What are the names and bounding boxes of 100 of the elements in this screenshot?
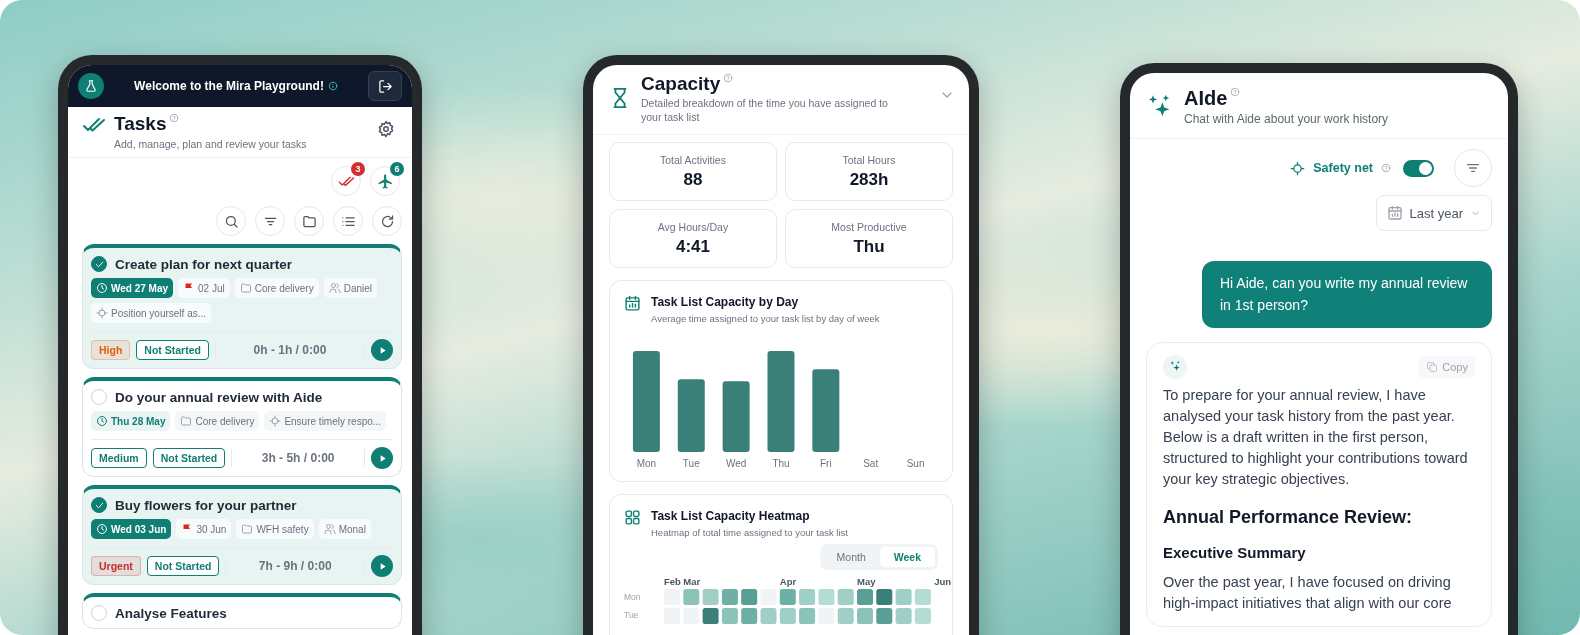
deadline-tag[interactable]: 30 Jun [176, 519, 232, 539]
target-icon [1290, 160, 1306, 176]
goal-tag[interactable]: Position yourself as... [91, 303, 212, 323]
settings-icon [377, 120, 395, 138]
list-button[interactable] [333, 206, 363, 236]
play-button[interactable] [371, 339, 393, 361]
status-badge[interactable]: Not Started [136, 340, 209, 360]
checkbox[interactable] [91, 256, 107, 272]
checkbox[interactable] [91, 497, 107, 513]
task-card[interactable]: Analyse Features [82, 593, 402, 629]
reply-heading: Annual Performance Review: [1163, 505, 1414, 529]
day-label: Mon [635, 458, 658, 470]
grid-icon [624, 509, 641, 527]
task-title: Do your annual review with Aide [115, 389, 323, 405]
page-subtitle: Detailed breakdown of the time you have assigned to your task list [641, 97, 889, 125]
people-icon [328, 282, 341, 294]
count-badge: 6 [390, 162, 404, 176]
heatmap-cell [837, 608, 854, 625]
view-tab[interactable]: Week [879, 547, 935, 568]
safety-net-label: Safety net [1313, 161, 1373, 175]
day-label: Sat [862, 458, 880, 470]
date-range-dropdown[interactable]: Last year [1375, 195, 1492, 231]
filter-button[interactable] [255, 206, 285, 236]
task-title: Analyse Features [115, 605, 227, 621]
people-tag[interactable]: Monal [318, 519, 371, 539]
help-icon [1381, 163, 1391, 173]
heatmap-cell [760, 608, 777, 625]
logout-button[interactable] [368, 71, 402, 101]
search-button[interactable] [216, 206, 246, 236]
task-card[interactable]: Buy flowers for your partner Wed 03 Jun 30 Jun WFH safety Monal Urgent Not Started 7h - 9h / 0:00 [82, 485, 402, 585]
heatmap-cell [876, 589, 893, 606]
play-button[interactable] [371, 555, 393, 577]
month-label: Apr [779, 576, 798, 588]
date-tag[interactable]: Wed 03 Jun [91, 519, 172, 539]
task-title: Create plan for next quarter [115, 256, 293, 272]
stat-value: 4:41 [675, 237, 711, 258]
goal-tag[interactable]: Ensure timely respo... [264, 411, 387, 431]
project-tag[interactable]: WFH safety [236, 519, 314, 539]
page-title: AIde [1184, 87, 1228, 110]
card-subtitle: Heatmap of total time assigned to your task list [651, 527, 848, 539]
month-label: May [856, 576, 877, 588]
stat-label: Avg Hours/Day [656, 221, 730, 234]
heatmap-cell [702, 608, 719, 625]
weekday-label: Mon [624, 592, 642, 603]
heatmap-cell [876, 608, 893, 625]
folder-icon [180, 415, 193, 427]
heatmap-cell [895, 589, 912, 606]
play-button[interactable] [371, 447, 393, 469]
heatmap-cell [857, 608, 873, 625]
month-label: Feb [664, 576, 682, 588]
priority-badge[interactable]: High [91, 340, 131, 360]
refresh-button[interactable] [372, 206, 402, 236]
priority-badge[interactable]: Medium [91, 448, 147, 468]
toggle-switch[interactable] [1403, 159, 1434, 177]
help-icon [1230, 87, 1241, 97]
folder-icon [301, 213, 317, 229]
time-estimate: 7h - 9h / 0:00 [225, 557, 365, 575]
status-badge[interactable]: Not Started [152, 448, 226, 468]
stat-value: 283h [848, 170, 890, 191]
calendar-chart-icon [624, 295, 641, 313]
heatmap-cell [702, 589, 719, 606]
page-subtitle: Add, manage, plan and review your tasks [114, 138, 308, 150]
view-tab[interactable]: Month [822, 547, 880, 568]
day-label: Sun [905, 458, 926, 470]
day-label: Wed [724, 458, 748, 470]
priority-badge[interactable]: Urgent [91, 556, 141, 576]
logout-icon [377, 78, 393, 94]
stat-label: Most Productive [830, 221, 908, 234]
deadline-tag[interactable]: 02 Jul [178, 278, 230, 298]
heatmap-cell [683, 589, 700, 606]
project-tag[interactable]: Core delivery [234, 278, 319, 298]
task-card[interactable]: Create plan for next quarter Wed 27 May 02 Jul Core delivery Daniel Position yourself as... High Not Started 0h - 1h / 0:00 [82, 244, 402, 369]
card-subtitle: Average time assigned to your task list by day of week [651, 313, 880, 325]
target-icon [269, 415, 282, 427]
reply-paragraph: Over the past year, I have focused on driving high-impact initiatives that align with our core [1163, 572, 1453, 613]
reply-subheading: Executive Summary [1163, 542, 1307, 563]
heatmap-cell [741, 608, 758, 625]
date-tag[interactable]: Thu 28 May [91, 411, 171, 431]
people-icon [323, 523, 336, 535]
card-title: Task List Capacity by Day [651, 295, 800, 310]
user-message: Hi Aide, can you write my annual review in 1st person? [1202, 261, 1492, 328]
people-tag[interactable]: Daniel [323, 278, 378, 298]
heatmap-cell [779, 589, 796, 606]
heatmap-cell [799, 608, 816, 625]
status-badge[interactable]: Not Started [146, 556, 220, 576]
heatmap-cell [779, 608, 796, 625]
heatmap-cell [914, 589, 931, 606]
stat-value: 88 [682, 170, 704, 191]
help-icon [723, 73, 734, 83]
calendar-icon [1386, 205, 1403, 221]
task-card[interactable]: Do your annual review with Aide Thu 28 May Core delivery Ensure timely respo... Medium Not Started 3h - 5h / 0:00 [82, 377, 402, 477]
refresh-icon [379, 213, 395, 229]
chart-bar [722, 381, 750, 453]
heatmap-cell [741, 589, 758, 606]
reply-paragraph: To prepare for your annual review, I have analysed your task history from the past year. Below is a draft written in the first person, structured to highlight your contributions toward your key strategic objectives. [1163, 385, 1469, 489]
plane-icon [376, 172, 394, 190]
folder-button[interactable] [294, 206, 324, 236]
date-tag[interactable]: Wed 27 May [91, 278, 174, 298]
project-tag[interactable]: Core delivery [175, 411, 260, 431]
stat-label: Total Activities [659, 154, 727, 167]
